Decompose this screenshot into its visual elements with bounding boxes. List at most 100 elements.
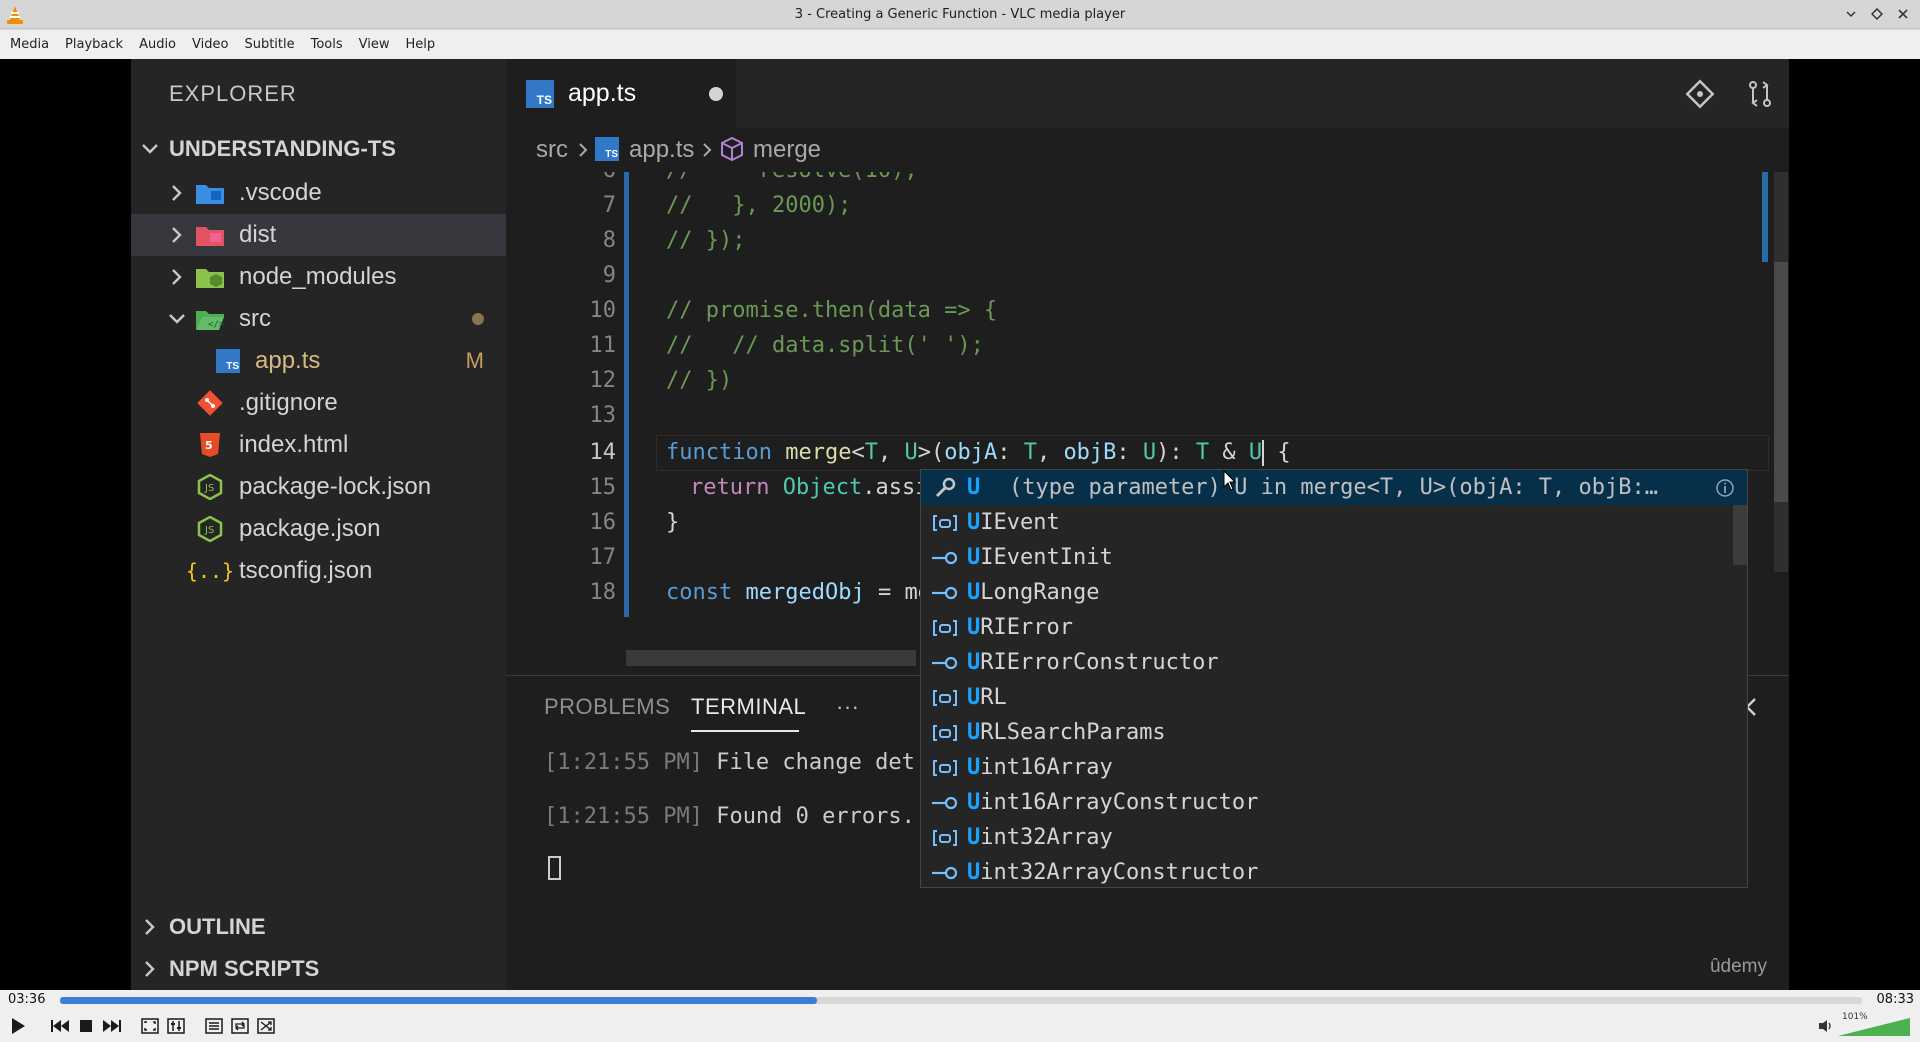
seek-row: 03:36 08:33: [0, 990, 1920, 1010]
next-button[interactable]: [100, 1014, 124, 1038]
variable-icon: [929, 719, 961, 747]
loop-button[interactable]: [228, 1014, 252, 1038]
horizontal-scrollbar-thumb: [626, 650, 916, 666]
previous-icon: [51, 1020, 69, 1032]
suggestion-item[interactable]: UIEvent: [921, 505, 1747, 540]
git-icon: [197, 390, 223, 416]
tree-item-label: src: [239, 305, 271, 332]
explorer-sidebar: EXPLORER UNDERSTANDING-TS .vscode dist n…: [131, 59, 506, 990]
play-button[interactable]: [6, 1014, 30, 1038]
line-number: 7: [602, 193, 616, 218]
fullscreen-button[interactable]: [138, 1014, 162, 1038]
suggestion-item[interactable]: URL: [921, 680, 1747, 715]
suggestion-item[interactable]: Uint32Array: [921, 820, 1747, 855]
tree-item-src: </> src: [131, 298, 506, 340]
menu-audio[interactable]: Audio: [131, 30, 184, 59]
udemy-watermark: ûdemy: [1709, 956, 1767, 977]
interface-icon: [929, 544, 961, 572]
playlist-icon: [205, 1018, 223, 1034]
menu-tools[interactable]: Tools: [303, 30, 351, 59]
mouse-pointer-icon: [1223, 470, 1237, 491]
suggestion-label: UIEvent: [967, 510, 1060, 535]
git-lens-icon: [1683, 77, 1717, 111]
tree-item-node-modules: node_modules: [131, 256, 506, 298]
terminal-line: [1:21:55 PM] File change det: [544, 750, 915, 775]
scroll-position-marker: [1762, 172, 1768, 262]
menu-subtitle[interactable]: Subtitle: [236, 30, 302, 59]
unsaved-dot-icon: [709, 86, 723, 101]
chevron-right-icon: [579, 143, 588, 157]
stop-button[interactable]: [74, 1014, 98, 1038]
video-frame: EXPLORER UNDERSTANDING-TS .vscode dist n…: [131, 59, 1789, 990]
menu-media[interactable]: Media: [2, 30, 57, 59]
shuffle-button[interactable]: [254, 1014, 278, 1038]
breadcrumb-folder: src: [536, 136, 568, 163]
outline-section-header: OUTLINE: [131, 906, 506, 948]
seek-slider[interactable]: [60, 997, 1862, 1004]
line-number: 10: [589, 298, 617, 323]
terminal-cursor: [548, 856, 561, 880]
menu-video[interactable]: Video: [184, 30, 236, 59]
tree-item-label: index.html: [239, 431, 349, 458]
chevron-down-icon: [142, 144, 158, 154]
maximize-button[interactable]: [1866, 3, 1888, 25]
title-bar: 3 - Creating a Generic Function - VLC me…: [0, 0, 1920, 29]
suggestion-item[interactable]: URIError: [921, 610, 1747, 645]
chevron-right-icon: [172, 185, 182, 201]
chevron-down-icon: [169, 314, 185, 324]
suggestion-item[interactable]: URIErrorConstructor: [921, 645, 1747, 680]
mute-button[interactable]: [1814, 1014, 1838, 1038]
suggestion-label: URIErrorConstructor: [967, 650, 1219, 675]
menu-help[interactable]: Help: [398, 30, 444, 59]
line-number: 13: [589, 403, 617, 428]
suggestion-label: UIEventInit: [967, 545, 1113, 570]
suggestion-label: URL: [967, 685, 1007, 710]
minimize-button[interactable]: [1840, 3, 1862, 25]
suggestion-item[interactable]: URLSearchParams: [921, 715, 1747, 750]
previous-button[interactable]: [48, 1014, 72, 1038]
interface-icon: [929, 789, 961, 817]
breadcrumb-file: app.ts: [629, 136, 695, 163]
suggestion-item[interactable]: ULongRange: [921, 575, 1747, 610]
tree-item-package-lock: JS package-lock.json: [131, 466, 506, 508]
interface-icon: [929, 649, 961, 677]
tree-item-label: .vscode: [239, 179, 322, 206]
tab-label: app.ts: [568, 79, 637, 107]
tab-problems: PROBLEMS: [544, 694, 671, 719]
chevron-right-icon: [703, 143, 712, 157]
menu-view[interactable]: View: [351, 30, 398, 59]
stop-icon: [80, 1020, 92, 1032]
suggestion-item[interactable]: Uint16ArrayConstructor: [921, 785, 1747, 820]
extended-settings-button[interactable]: [164, 1014, 188, 1038]
elapsed-time: 03:36: [8, 992, 46, 1007]
maximize-icon: [1871, 8, 1883, 20]
breadcrumb-symbol: merge: [753, 136, 822, 163]
close-button[interactable]: [1892, 3, 1914, 25]
speaker-icon: [1819, 1020, 1831, 1032]
tree-item-label: dist: [239, 221, 277, 248]
volume-slider[interactable]: 101%: [1838, 1012, 1914, 1038]
code-line: // // data.split(' ');: [666, 333, 984, 358]
suggestion-selected: U (type parameter) U in merge<T, U>(objA…: [921, 470, 1747, 505]
folder-dist-icon: [196, 227, 224, 246]
suggestion-item[interactable]: Uint32ArrayConstructor: [921, 855, 1747, 890]
tree-item-dist: dist: [131, 214, 506, 256]
tab-terminal: TERMINAL: [691, 694, 807, 719]
line-number: 9: [602, 263, 616, 288]
tree-item-gitignore: .gitignore: [131, 382, 506, 424]
suggestion-label: URLSearchParams: [967, 720, 1166, 745]
volume-label: 101%: [1842, 1012, 1868, 1022]
video-area[interactable]: EXPLORER UNDERSTANDING-TS .vscode dist n…: [0, 59, 1920, 990]
code-line: // }, 2000);: [666, 193, 852, 218]
svg-text:JS: JS: [204, 525, 214, 536]
suggestion-item[interactable]: UIEventInit: [921, 540, 1747, 575]
playlist-button[interactable]: [202, 1014, 226, 1038]
menu-playback[interactable]: Playback: [57, 30, 131, 59]
folder-node-icon: [196, 269, 224, 288]
line-number: 6: [506, 172, 636, 188]
line-number: 14: [589, 440, 617, 465]
tree-item-label: app.ts: [255, 347, 321, 374]
editor-tab-bar: TS app.ts: [506, 59, 1789, 128]
explorer-title: EXPLORER: [169, 81, 297, 106]
suggestion-item[interactable]: Uint16Array: [921, 750, 1747, 785]
